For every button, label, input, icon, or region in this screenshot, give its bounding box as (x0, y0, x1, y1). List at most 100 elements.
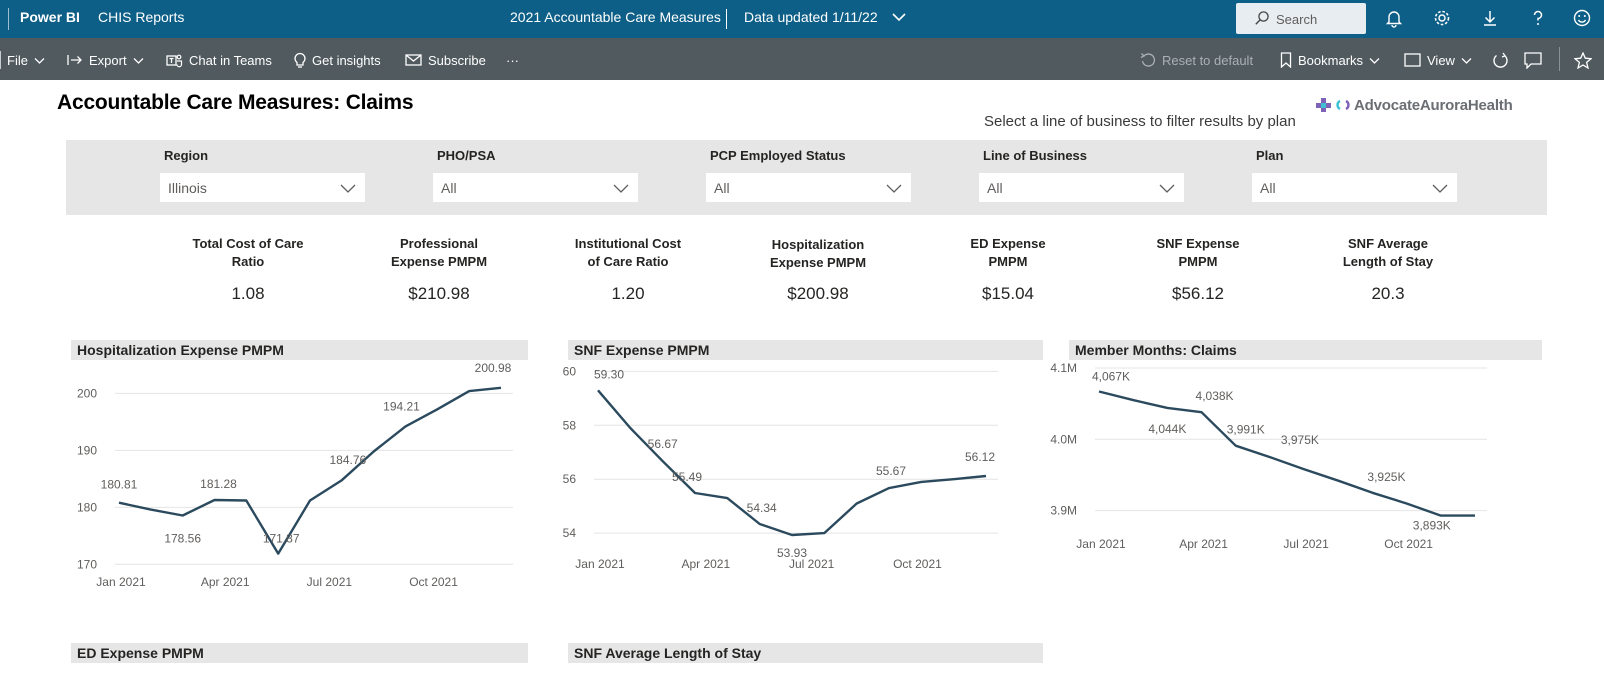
teams-icon (166, 54, 183, 67)
chevron-down-icon (1159, 184, 1175, 193)
bookmarks-label: Bookmarks (1298, 52, 1364, 68)
plus-logo-icon (1316, 98, 1350, 112)
series-line (597, 389, 987, 537)
dropdown-value: All (714, 180, 730, 196)
undo-icon (1140, 53, 1156, 67)
file-menu[interactable]: File (0, 51, 45, 69)
slicer-label: PCP Employed Status (710, 148, 846, 163)
y-tick-label: 56 (563, 472, 577, 486)
kpi-label: Institutional Cost of Care Ratio (574, 236, 682, 269)
app-bar-divider (8, 8, 9, 30)
line-of-business-dropdown[interactable]: All (979, 173, 1184, 202)
chevron-down-icon[interactable] (890, 8, 908, 26)
series-line (118, 386, 502, 555)
data-label: 184.76 (329, 453, 366, 467)
comment-icon (1524, 51, 1542, 69)
chevron-down-icon (886, 184, 902, 193)
kpi-value: $15.04 (982, 284, 1034, 303)
reset-to-default-label: Reset to default (1162, 52, 1254, 68)
pcp-employed-status-dropdown[interactable]: All (706, 173, 911, 202)
kpi-value: $210.98 (408, 284, 470, 303)
reset-to-default-button[interactable]: Reset to default (1140, 51, 1253, 69)
data-label: 180.81 (101, 478, 138, 492)
data-label: 4,067K (1092, 370, 1130, 384)
data-label: 4,038K (1196, 389, 1234, 403)
action-bar: File Export Chat in Teams Get insights S… (0, 38, 1604, 80)
lightbulb-icon (294, 52, 306, 68)
chart-title-snf-expense: SNF Expense PMPM (568, 340, 1043, 360)
data-label: 178.56 (164, 532, 201, 546)
export-arrow-icon (67, 55, 82, 65)
feedback-smiley-icon[interactable] (1572, 8, 1592, 28)
more-options-button[interactable]: ··· (506, 51, 519, 69)
hospitalization-expense-line-chart[interactable]: 170 180 190 200 Jan 2021 Apr 2021 Jul 2021 Oct … (71, 361, 531, 610)
y-tick-label: 180 (77, 500, 97, 514)
kpi-snf-average-length-of-stay: SNF Average Length of Stay 20.3 (1313, 235, 1463, 303)
filter-panel: Region Illinois PHO/PSA All PCP Employed… (66, 140, 1547, 215)
plan-dropdown[interactable]: All (1252, 173, 1457, 202)
chat-in-teams-button[interactable]: Chat in Teams (166, 51, 272, 69)
download-icon[interactable] (1480, 8, 1500, 28)
kpi-label: ED Expense PMPM (970, 236, 1046, 269)
view-menu[interactable]: View (1404, 51, 1472, 69)
slicer-label: Region (164, 148, 209, 163)
slicer-label: PHO/PSA (437, 148, 496, 163)
kpi-professional-expense-pmpm: Professional Expense PMPM $210.98 (364, 235, 514, 303)
kpi-institutional-cost-of-care-ratio: Institutional Cost of Care Ratio 1.20 (553, 235, 703, 303)
app-bar: Power BI CHIS Reports 2021 Accountable C… (0, 0, 1604, 38)
dropdown-value: Illinois (168, 180, 207, 196)
chevron-down-icon (613, 184, 629, 193)
pho-psa-dropdown[interactable]: All (433, 173, 638, 202)
logo-text: AdvocateAuroraHealth (1354, 96, 1513, 114)
data-label: 55.49 (672, 470, 702, 484)
mail-icon (405, 54, 422, 66)
y-tick-label: 200 (77, 386, 97, 400)
search-input[interactable]: Search (1236, 3, 1366, 34)
x-tick-label: Oct 2021 (409, 575, 458, 589)
subscribe-label: Subscribe (428, 52, 486, 68)
kpi-value: 20.3 (1371, 284, 1405, 303)
view-label: View (1427, 52, 1455, 68)
chevron-down-icon (133, 57, 144, 64)
data-label: 4,044K (1148, 422, 1186, 436)
data-label: 56.67 (648, 437, 678, 451)
filter-hint-text: Select a line of business to filter resu… (984, 113, 1296, 130)
star-icon (1574, 51, 1592, 69)
y-tick-label: 170 (77, 557, 97, 571)
action-bar-divider (1559, 47, 1560, 71)
member-months-line-chart[interactable]: 3.9M 4.0M 4.1M Jan 2021 Apr 2021 Jul 2021 Oct … (1050, 361, 1546, 610)
x-tick-label: Jul 2021 (307, 575, 353, 589)
data-label: 194.21 (383, 399, 420, 413)
advocate-aurora-logo: AdvocateAuroraHealth (1316, 95, 1513, 115)
data-label: 181.28 (200, 477, 237, 491)
region-dropdown[interactable]: Illinois (160, 173, 365, 202)
kpi-label: Total Cost of Care Ratio (192, 236, 304, 269)
x-tick-label: Oct 2021 (893, 557, 942, 571)
data-label: 3,975K (1281, 433, 1319, 447)
data-updated-text[interactable]: Data updated 1/11/22 (744, 9, 878, 25)
bell-icon[interactable] (1384, 8, 1404, 28)
kpi-label: Professional Expense PMPM (390, 236, 488, 269)
y-tick-label: 4.1M (1050, 361, 1077, 375)
gear-icon[interactable] (1432, 8, 1452, 28)
y-tick-label: 3.9M (1050, 504, 1077, 518)
kpi-hospitalization-expense-pmpm: Hospitalization Expense PMPM $200.98 (743, 235, 893, 303)
kpi-value: 1.08 (231, 284, 265, 303)
help-icon[interactable] (1528, 8, 1548, 28)
favorite-button[interactable] (1574, 51, 1592, 69)
title-divider (726, 9, 727, 29)
subscribe-button[interactable]: Subscribe (405, 51, 486, 69)
export-menu[interactable]: Export (67, 51, 144, 69)
bookmarks-menu[interactable]: Bookmarks (1280, 51, 1380, 69)
refresh-button[interactable] (1492, 51, 1509, 69)
chat-in-teams-label: Chat in Teams (189, 52, 272, 68)
brand-name[interactable]: Power BI (20, 9, 80, 25)
search-placeholder: Search (1276, 12, 1318, 27)
workspace-link[interactable]: CHIS Reports (98, 9, 184, 25)
comments-button[interactable] (1524, 51, 1542, 69)
get-insights-button[interactable]: Get insights (294, 51, 381, 69)
snf-expense-line-chart[interactable]: 54565860Jan 2021 Apr 2021 Jul 2021 Oct 2021… (563, 362, 1045, 610)
refresh-icon (1493, 52, 1508, 68)
data-label: 55.67 (876, 464, 906, 478)
data-label: 54.34 (747, 501, 777, 515)
